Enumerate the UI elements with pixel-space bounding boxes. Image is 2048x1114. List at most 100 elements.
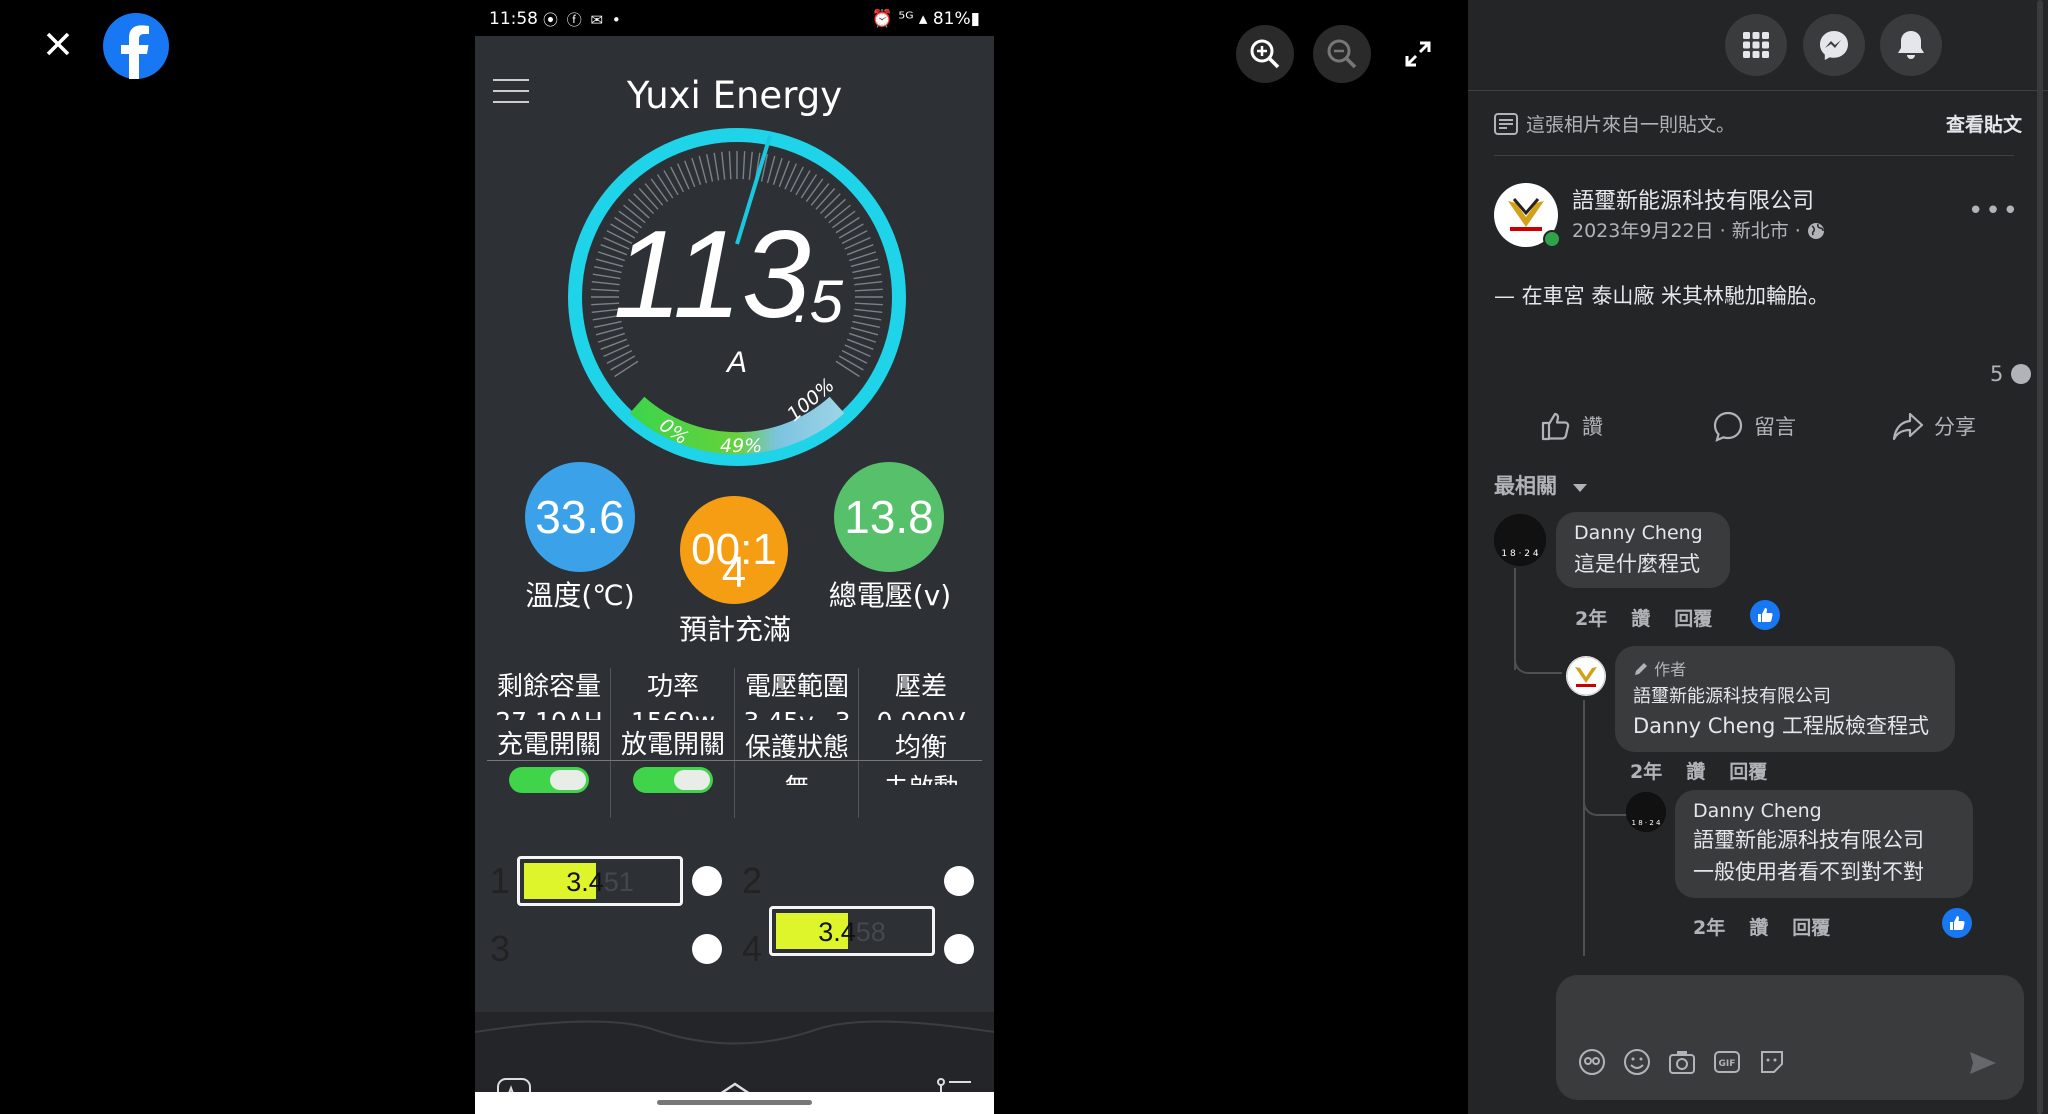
fullscreen-button[interactable] [1393,25,1443,83]
thread-connector [1514,620,1562,674]
temperature-label: 溫度(℃) [525,579,635,612]
gif-button[interactable]: GIF [1713,1048,1741,1076]
close-button[interactable] [36,22,80,66]
thread-line [1583,700,1585,956]
comment-like[interactable]: 讚 [1631,604,1650,631]
comment-bubble: Danny Cheng 語璽新能源科技有限公司 一般使用者看不到對不對 [1675,790,1973,898]
comment-like[interactable]: 讚 [1749,913,1768,940]
notifications-button[interactable] [1880,14,1942,76]
commenter-avatar[interactable]: 1 8 · 2 4 [1626,792,1666,832]
comment-meta: 2年 讚 回覆 [1630,757,1767,784]
author-reply-avatar[interactable] [1566,656,1606,696]
cell-index: 2 [742,860,763,901]
comment-author[interactable]: 語璽新能源科技有限公司 [1633,682,1937,708]
scrollbar[interactable] [2037,0,2043,1114]
online-indicator [1543,230,1561,248]
comment-reply[interactable]: 回覆 [1729,757,1767,784]
stat-label: 剩餘容量 [496,672,601,702]
comment-meta: 2年 讚 回覆 [1693,913,1830,940]
camera-button[interactable] [1668,1048,1696,1076]
like-reaction-badge[interactable] [1750,600,1780,630]
thumbs-up-icon [1541,412,1570,441]
post-date-location[interactable]: 2023年9月22日 · 新北市 · [1572,220,1807,242]
cell-status-dot[interactable] [692,934,722,964]
comment-bubble-icon [2011,364,2031,384]
status-time: 11:58 [489,9,538,29]
apps-grid-icon [1743,32,1769,58]
stat-value: 3.45v~3 [735,707,859,720]
author-name[interactable]: 語璽新能源科技有限公司 [1572,183,1814,215]
comment-bubble: Danny Cheng 這是什麼程式 [1556,512,1730,588]
more-options-icon[interactable]: ••• [1968,196,2020,226]
comment-sort-dropdown[interactable]: 最相關 [1494,470,1588,500]
cell-voltage-visible: 3.4 [566,867,604,897]
balance-status: 均衡 未啟動 [859,727,983,785]
charge-switch: 充電開關 [487,724,611,820]
post-icon [1494,113,1518,135]
cell-index: 3 [490,928,511,969]
zoom-in-icon [1250,39,1280,69]
comment-time[interactable]: 2年 [1575,604,1607,631]
send-button[interactable] [1968,1050,1998,1080]
cell-status-dot[interactable] [944,934,974,964]
comment-input[interactable] [1556,975,2024,1100]
discharge-switch-toggle[interactable] [633,767,713,793]
current-gauge: 113 .5 A 0% 49% 100% [568,128,906,466]
cell-voltage-hidden: 58 [855,917,886,947]
thumbs-up-icon [1758,608,1773,622]
pencil-icon [1635,663,1647,675]
stat-value: 未啟動 [859,768,983,785]
sticker-icon [1761,1051,1783,1073]
voltage-difference: 壓差 0.009V [859,666,983,720]
comment-reply[interactable]: 回覆 [1674,604,1712,631]
globe-icon [1807,223,1824,239]
comment-meta: 2年 讚 回覆 [1575,604,1712,631]
comment-author[interactable]: Danny Cheng [1574,522,1712,544]
apps-button[interactable] [1725,14,1787,76]
comment-text-line2: 一般使用者看不到對不對 [1693,860,1924,884]
comment-author[interactable]: Danny Cheng [1693,800,1955,822]
home-indicator[interactable] [657,1100,812,1105]
facebook-f-icon [121,25,149,79]
thread-connector [1583,770,1631,816]
zoom-in-button[interactable] [1236,25,1294,83]
cell-voltage: 3.458 [772,917,932,948]
facebook-logo[interactable] [103,13,169,79]
cell-status-dot[interactable] [692,866,722,896]
view-post-link[interactable]: 查看貼文 [1946,110,2022,137]
emoji-icon [1624,1049,1650,1075]
comment-reply[interactable]: 回覆 [1792,913,1830,940]
divider [1468,90,2048,91]
emoji-button[interactable] [1623,1048,1651,1076]
commenter-avatar[interactable]: 1 8 · 2 4 [1494,514,1546,566]
comment-count[interactable]: 5 [1990,362,2032,386]
close-icon [46,32,70,56]
like-reaction-badge[interactable] [1942,908,1972,938]
time-to-full-label: 預計充滿 [678,613,791,646]
gauge-decimal: .5 [793,268,844,335]
cell-voltage-bar: 3.458 [769,906,935,956]
charge-switch-toggle[interactable] [509,767,589,793]
status-notification-icons: ⦿ ⓕ ✉ • [543,11,623,29]
comment-time[interactable]: 2年 [1630,757,1662,784]
cell-status-dot[interactable] [944,866,974,896]
comment-button[interactable]: 留言 [1712,410,1796,442]
home-bar [475,1092,994,1114]
status-bar: 11:58 ⦿ ⓕ ✉ • ⏰ ⁵ᴳ ▴ 81%▮ [475,0,994,36]
messenger-button[interactable] [1803,14,1865,76]
post-source-note: 這張相片來自一則貼文。 [1494,110,1735,137]
avatar-sticker-button[interactable] [1578,1048,1606,1076]
messenger-icon [1820,31,1848,60]
like-button[interactable]: 讚 [1540,410,1603,442]
share-button[interactable]: 分享 [1892,410,1976,442]
bell-icon [1898,31,1924,59]
comment-time[interactable]: 2年 [1693,913,1725,940]
sticker-button[interactable] [1758,1048,1786,1076]
author-badge: 作者 [1633,656,1937,680]
stat-label: 電壓範圍 [744,672,849,702]
total-voltage-label: 總電壓(v) [828,579,952,612]
app-title: Yuxi Energy [626,74,843,117]
zoom-out-button[interactable] [1313,25,1371,83]
stat-value: 27.10AH [487,707,611,720]
comment-like[interactable]: 讚 [1686,757,1705,784]
